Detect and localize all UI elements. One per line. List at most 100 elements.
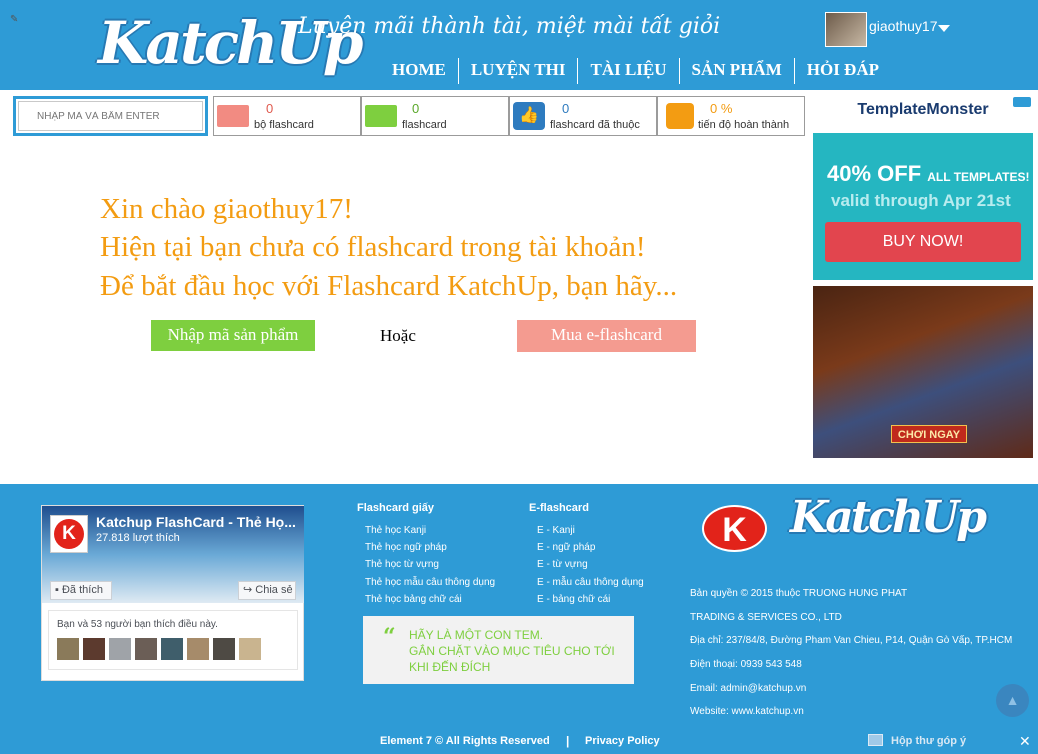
nav-item-luyen-thi[interactable]: LUYỆN THI: [457, 58, 578, 84]
templatemonster-ad[interactable]: TemplateMonster 40% OFF ALL TEMPLATES! v…: [813, 95, 1033, 280]
product-code-input[interactable]: [18, 101, 203, 131]
friend-avatar[interactable]: [187, 638, 209, 660]
footer-separator: |: [566, 734, 570, 748]
scroll-to-top-icon[interactable]: ▲: [996, 684, 1029, 717]
company-phone: Điện thoại: 0939 543 548: [690, 659, 802, 670]
mail-icon[interactable]: [868, 734, 883, 746]
privacy-policy-link[interactable]: Privacy Policy: [585, 735, 660, 747]
facebook-icon: ▪: [55, 584, 62, 596]
welcome-instruction: Để bắt đầu học với Flashcard KatchUp, bạ…: [100, 270, 678, 302]
friend-avatar[interactable]: [239, 638, 261, 660]
stat-label: flashcard đã thuộc: [550, 119, 640, 131]
stat-value: 0 %: [710, 101, 733, 116]
site-header: KatchUp Luyện mãi thành tài, miệt mài tấ…: [0, 0, 1038, 90]
footer-link[interactable]: Thẻ học mẫu câu thông dụng: [365, 577, 495, 588]
footer-katchup-logo: KatchUp: [790, 492, 987, 543]
facebook-friends-panel: Bạn và 53 người bạn thích điều này.: [48, 610, 298, 670]
friend-avatar[interactable]: [57, 638, 79, 660]
liked-label: Đã thích: [61, 584, 103, 596]
footer-link[interactable]: Thẻ học từ vựng: [365, 559, 439, 570]
ad-play-now-button[interactable]: CHƠI NGAY: [891, 425, 967, 443]
welcome-greeting: Xin chào giaothuy17!: [100, 193, 353, 225]
stat-value: 0: [562, 101, 570, 116]
friend-avatar[interactable]: [109, 638, 131, 660]
progress-chart-icon: [666, 103, 694, 129]
enter-product-code-button[interactable]: Nhập mã sản phẩm: [151, 320, 315, 351]
facebook-friends-text: Bạn và 53 người bạn thích điều này.: [57, 619, 218, 630]
footer-col-title-eflashcard: E-flashcard: [529, 502, 589, 514]
code-input-container: [13, 96, 208, 136]
pencil-icon: ✎: [10, 14, 19, 25]
feedback-link[interactable]: Hộp thư góp ý: [891, 735, 966, 747]
footer-link[interactable]: Thẻ học Kanji: [365, 525, 426, 536]
site-slogan: Luyện mãi thành tài, miệt mài tất giỏi: [298, 14, 721, 39]
company-copyright: Bản quyền © 2015 thuộc TRUONG HUNG PHAT: [690, 588, 908, 599]
company-email[interactable]: Email: admin@katchup.vn: [690, 683, 806, 694]
stat-label: bộ flashcard: [254, 119, 314, 131]
ad-brand: TemplateMonster: [857, 101, 989, 118]
welcome-no-flashcards: Hiện tại bạn chưa có flashcard trong tài…: [100, 231, 646, 263]
company-address: Địa chỉ: 237/84/8, Đường Pham Van Chieu,…: [690, 635, 1013, 646]
ad-offer: 40% OFF ALL TEMPLATES!: [827, 161, 1029, 187]
stat-card-learned: 👍 0 flashcard đã thuộc: [509, 96, 657, 136]
flashcard-icon: [365, 105, 397, 127]
friend-avatar[interactable]: [135, 638, 157, 660]
ad-valid-text: valid through Apr 21st: [831, 191, 1011, 210]
footer-link[interactable]: Thẻ học bảng chữ cái: [365, 594, 462, 605]
stat-card-decks: 0 bộ flashcard: [213, 96, 361, 136]
nav-item-hoi-dap[interactable]: HỎI ĐÁP: [793, 58, 891, 84]
close-icon[interactable]: ✕: [1019, 733, 1031, 750]
ad-offer-percent: 40% OFF: [827, 161, 922, 186]
facebook-page-name[interactable]: Katchup FlashCard - Thẻ Họ...: [96, 514, 296, 530]
footer-link[interactable]: E - bảng chữ cái: [537, 594, 610, 605]
quote-line: GẮN CHẶT VÀO MỤC TIÊU CHO TỚI: [409, 644, 615, 658]
buy-e-flashcard-button[interactable]: Mua e-flashcard: [517, 320, 696, 352]
or-label: Hoặc: [380, 326, 416, 345]
footer-link[interactable]: Thẻ học ngữ pháp: [365, 542, 447, 553]
share-label: Chia sẻ: [255, 584, 293, 596]
stat-label: flashcard: [402, 119, 447, 131]
ad-header: TemplateMonster: [813, 95, 1033, 133]
company-name: TRADING & SERVICES CO., LTD: [690, 612, 842, 623]
stat-label: tiến độ hoàn thành: [698, 119, 790, 131]
quote-icon: “: [383, 624, 396, 650]
nav-item-san-pham[interactable]: SẢN PHẨM: [678, 58, 794, 84]
facebook-page-widget: K Katchup FlashCard - Thẻ Họ... 27.818 l…: [41, 505, 304, 681]
copyright-text: Element 7 © All Rights Reserved: [380, 735, 550, 747]
stat-value: 0: [412, 101, 420, 116]
flashcard-deck-icon: [217, 105, 249, 127]
thumbs-up-icon: 👍: [513, 102, 545, 130]
quote-line: HÃY LÀ MỘT CON TEM.: [409, 628, 544, 642]
ad-offer-small: ALL TEMPLATES!: [927, 170, 1030, 184]
main-nav: HOME LUYỆN THI TÀI LIỆU SẢN PHẨM HỎI ĐÁP: [380, 58, 891, 84]
friend-avatar[interactable]: [213, 638, 235, 660]
friend-avatar[interactable]: [161, 638, 183, 660]
share-icon: ↪: [243, 584, 256, 596]
friend-avatar[interactable]: [83, 638, 105, 660]
company-website[interactable]: Website: www.katchup.vn: [690, 706, 804, 717]
chevron-down-icon[interactable]: [938, 25, 950, 32]
motivational-quote: “ HÃY LÀ MỘT CON TEM. GẮN CHẶT VÀO MỤC T…: [363, 616, 634, 684]
nav-item-home[interactable]: HOME: [380, 58, 458, 84]
footer-link[interactable]: E - mẫu câu thông dụng: [537, 577, 644, 588]
game-ad-banner[interactable]: CHƠI NGAY: [813, 286, 1033, 458]
stat-card-flashcards: 0 flashcard: [361, 96, 509, 136]
footer-link[interactable]: E - Kanji: [537, 525, 575, 536]
ad-buy-now-button[interactable]: BUY NOW!: [825, 222, 1021, 262]
footer-link[interactable]: E - ngữ pháp: [537, 542, 595, 553]
user-avatar[interactable]: [825, 12, 867, 47]
nav-item-tai-lieu[interactable]: TÀI LIỆU: [577, 58, 678, 84]
username-label[interactable]: giaothuy17: [869, 18, 938, 34]
facebook-page-logo[interactable]: K: [50, 515, 88, 553]
adchoices-icon[interactable]: [1013, 97, 1031, 107]
facebook-share-button[interactable]: ↪ Chia sẻ: [238, 581, 296, 600]
footer-link[interactable]: E - từ vựng: [537, 559, 588, 570]
facebook-liked-button[interactable]: ▪ Đã thích: [50, 581, 112, 600]
facebook-like-count: 27.818 lượt thích: [96, 532, 180, 544]
quote-line: KHI ĐẾN ĐÍCH: [409, 660, 491, 674]
stat-value: 0: [266, 101, 274, 116]
katchup-k-icon: K: [54, 519, 84, 549]
footer-col-title-paper: Flashcard giấy: [357, 502, 435, 514]
stat-card-progress: 0 % tiến độ hoàn thành: [657, 96, 805, 136]
katchup-k-logo: K: [702, 505, 767, 552]
